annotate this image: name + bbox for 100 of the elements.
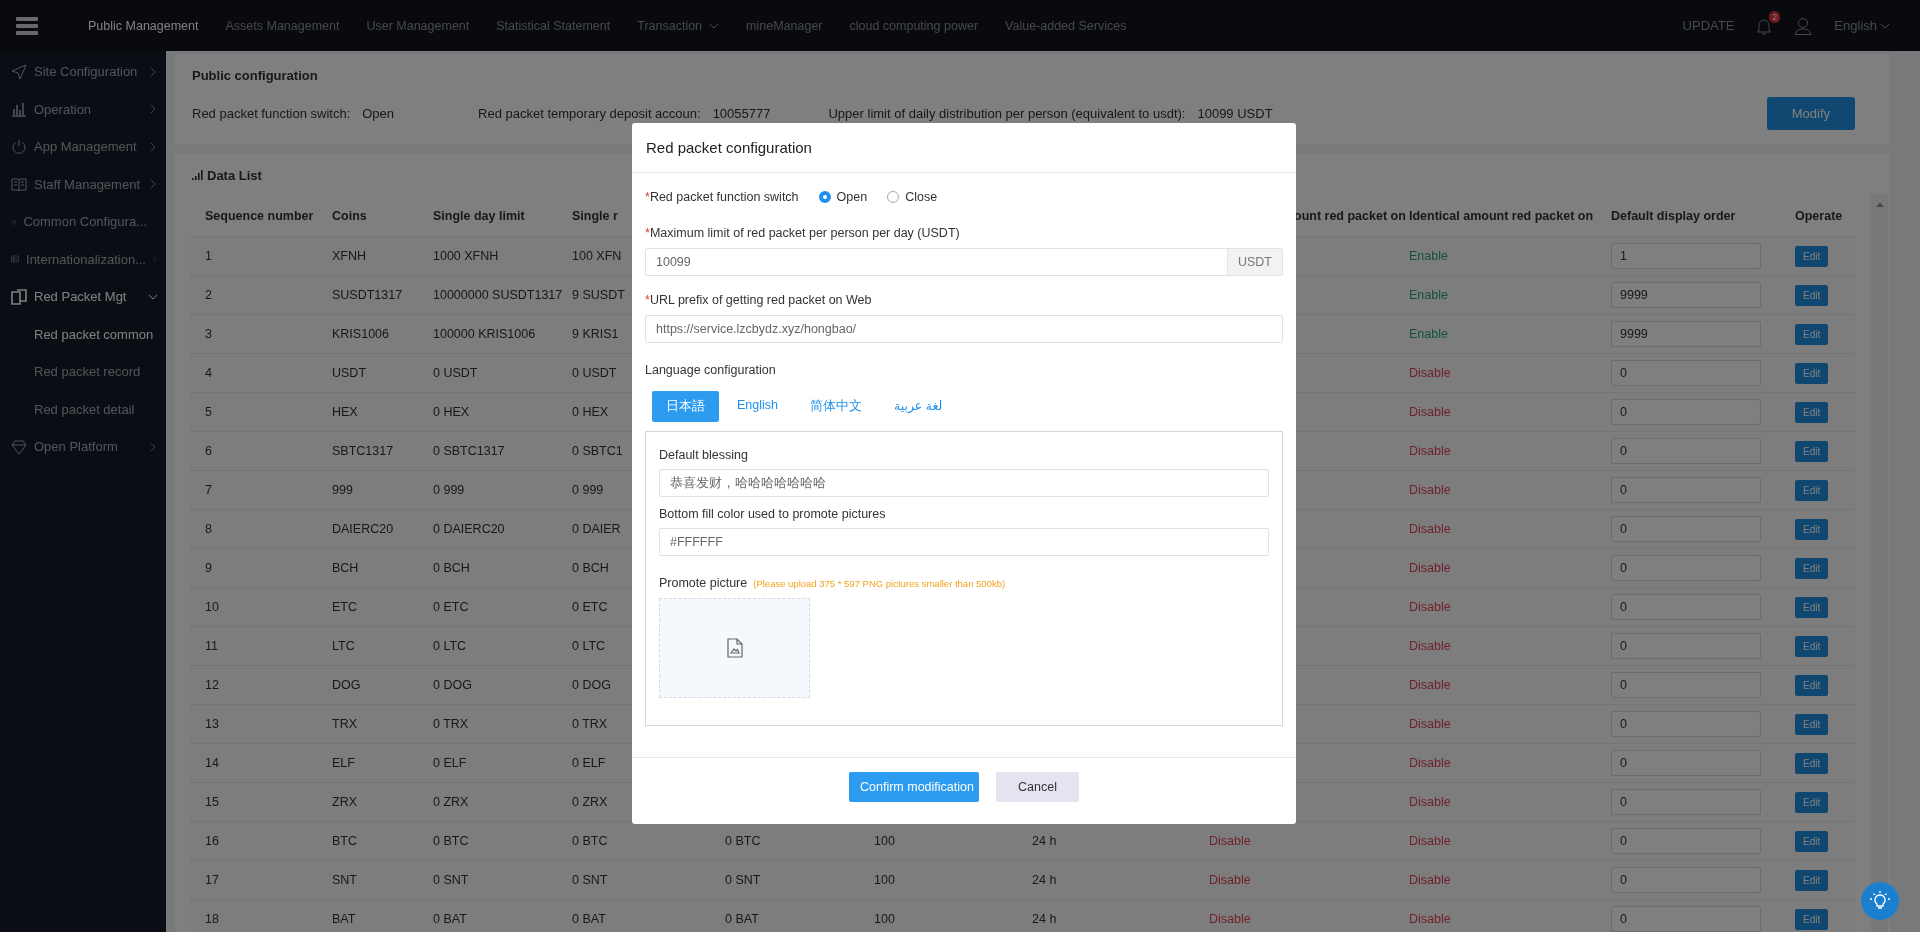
scroll-up-icon[interactable] <box>1875 202 1884 207</box>
table-cell: 0 ETC <box>572 600 608 614</box>
nav-menu-item[interactable]: mineManager <box>746 18 823 33</box>
radio-option[interactable]: Close <box>887 190 938 204</box>
status-text: Disable <box>1409 639 1451 653</box>
column-header: Single day limit <box>433 209 525 223</box>
edit-button[interactable]: Edit <box>1795 635 1829 657</box>
sidebar-item[interactable]: Red Packet Mgt <box>0 278 166 316</box>
table-cell: 7 <box>205 483 212 497</box>
update-link[interactable]: UPDATE <box>1682 18 1735 33</box>
nav-menu-item[interactable]: cloud computing power <box>849 18 979 33</box>
language-tab[interactable]: 简体中文 <box>796 391 876 422</box>
order-input[interactable]: 0 <box>1611 555 1761 581</box>
order-input[interactable]: 0 <box>1611 399 1761 425</box>
edit-button[interactable]: Edit <box>1795 245 1829 267</box>
user-icon[interactable] <box>1794 16 1813 35</box>
language-dropdown[interactable]: English <box>1834 18 1890 33</box>
table-cell: 100 XFN <box>572 249 622 263</box>
nav-menu-item[interactable]: Assets Management <box>225 18 340 33</box>
table-cell: 9 KRIS1 <box>572 327 619 341</box>
order-input[interactable]: 0 <box>1611 906 1761 932</box>
edit-button[interactable]: Edit <box>1795 908 1829 930</box>
edit-button[interactable]: Edit <box>1795 713 1829 735</box>
order-input[interactable]: 0 <box>1611 867 1761 893</box>
limit-input-field[interactable]: 10099 USDT <box>645 248 1283 276</box>
field-label: Promote picture <box>659 576 748 590</box>
radio-circle[interactable] <box>818 191 831 203</box>
status-text: Disable <box>1209 912 1251 926</box>
cancel-button[interactable]: Cancel <box>996 772 1079 802</box>
language-tab[interactable]: 日本語 <box>652 391 719 422</box>
nav-menu-item[interactable]: User Management <box>366 18 470 33</box>
table-cell: 0 SNT <box>572 873 608 887</box>
edit-button[interactable]: Edit <box>1795 557 1829 579</box>
url-input-field[interactable]: https://service.lzcbydz.xyz/hongbao/ <box>645 315 1283 343</box>
edit-button[interactable]: Edit <box>1795 401 1829 423</box>
sidebar-subitem[interactable]: Red packet record <box>0 353 166 391</box>
card-title: Data List <box>207 167 262 183</box>
edit-button[interactable]: Edit <box>1795 440 1829 462</box>
order-input[interactable]: 0 <box>1611 477 1761 503</box>
nav-menu-item[interactable]: Public Management <box>88 18 199 33</box>
edit-button[interactable]: Edit <box>1795 869 1829 891</box>
order-input[interactable]: 0 <box>1611 750 1761 776</box>
edit-button[interactable]: Edit <box>1795 791 1829 813</box>
sidebar-item[interactable]: App Management <box>0 128 166 166</box>
order-input[interactable]: 0 <box>1611 789 1761 815</box>
sidebar-item[interactable]: Site Configuration <box>0 53 166 91</box>
edit-button[interactable]: Edit <box>1795 518 1829 540</box>
edit-button[interactable]: Edit <box>1795 323 1829 345</box>
table-cell: SBTC1317 <box>332 444 394 458</box>
confirm-button[interactable]: Confirm modification <box>849 772 979 802</box>
table-cell: 0 SNT <box>433 873 469 887</box>
nav-menu-item[interactable]: Statistical Statement <box>496 18 611 33</box>
table-cell: 0 ELF <box>433 756 467 770</box>
table-cell: 1 <box>205 249 212 263</box>
order-input[interactable]: 0 <box>1611 360 1761 386</box>
menu-icon[interactable] <box>16 16 38 35</box>
language-tab[interactable]: لغة عربية <box>880 391 957 422</box>
nav-menu-item[interactable]: Transaction <box>637 18 720 33</box>
sidebar-item[interactable]: Open Platform <box>0 428 166 466</box>
table-cell: 24 h <box>1032 912 1057 926</box>
order-input[interactable]: 0 <box>1611 828 1761 854</box>
image-upload-area[interactable] <box>659 598 810 698</box>
order-input[interactable]: 0 <box>1611 594 1761 620</box>
order-input[interactable]: 0 <box>1611 711 1761 737</box>
order-input[interactable]: 9999 <box>1611 282 1761 308</box>
field-label: *Maximum limit of red packet per person per day (USDT) <box>645 226 961 240</box>
edit-button[interactable]: Edit <box>1795 362 1829 384</box>
edit-button[interactable]: Edit <box>1795 830 1829 852</box>
scrollbar[interactable] <box>1871 194 1888 932</box>
order-input[interactable]: 0 <box>1611 672 1761 698</box>
edit-button[interactable]: Edit <box>1795 479 1829 501</box>
table-cell: 0 ZRX <box>572 795 608 809</box>
color-input-field[interactable]: #FFFFFF <box>659 528 1269 556</box>
sidebar-subitem[interactable]: Red packet detail <box>0 390 166 428</box>
order-input[interactable]: 1 <box>1611 243 1761 269</box>
status-text: Disable <box>1409 795 1451 809</box>
bell-icon[interactable] <box>1756 16 1773 35</box>
edit-button[interactable]: Edit <box>1795 596 1829 618</box>
table-cell: 0 ZRX <box>433 795 469 809</box>
sidebar-subitem[interactable]: Red packet common <box>0 315 166 353</box>
table-cell: 0 HEX <box>572 405 609 419</box>
blessing-input-field[interactable]: 恭喜发财，哈哈哈哈哈哈哈 <box>659 469 1269 497</box>
sidebar-item[interactable]: Staff Management <box>0 165 166 203</box>
language-tab[interactable]: English <box>723 391 792 422</box>
table-cell: TRX <box>332 717 357 731</box>
radio-option[interactable]: Open <box>818 190 868 204</box>
config-label: Upper limit of daily distribution per person (equivalent to usdt): <box>828 106 1186 121</box>
sidebar-item[interactable]: Internationalization... <box>0 240 166 278</box>
order-input[interactable]: 0 <box>1611 516 1761 542</box>
edit-button[interactable]: Edit <box>1795 284 1829 306</box>
order-input[interactable]: 0 <box>1611 633 1761 659</box>
order-input[interactable]: 0 <box>1611 438 1761 464</box>
status-text: Enable <box>1409 327 1448 341</box>
edit-button[interactable]: Edit <box>1795 752 1829 774</box>
sidebar-item[interactable]: Operation <box>0 90 166 128</box>
sidebar-item[interactable]: Common Configura... <box>0 203 166 241</box>
nav-menu-item[interactable]: Value-added Services <box>1005 18 1127 33</box>
edit-button[interactable]: Edit <box>1795 674 1829 696</box>
order-input[interactable]: 9999 <box>1611 321 1761 347</box>
modify-button[interactable]: Modify <box>1766 97 1855 130</box>
